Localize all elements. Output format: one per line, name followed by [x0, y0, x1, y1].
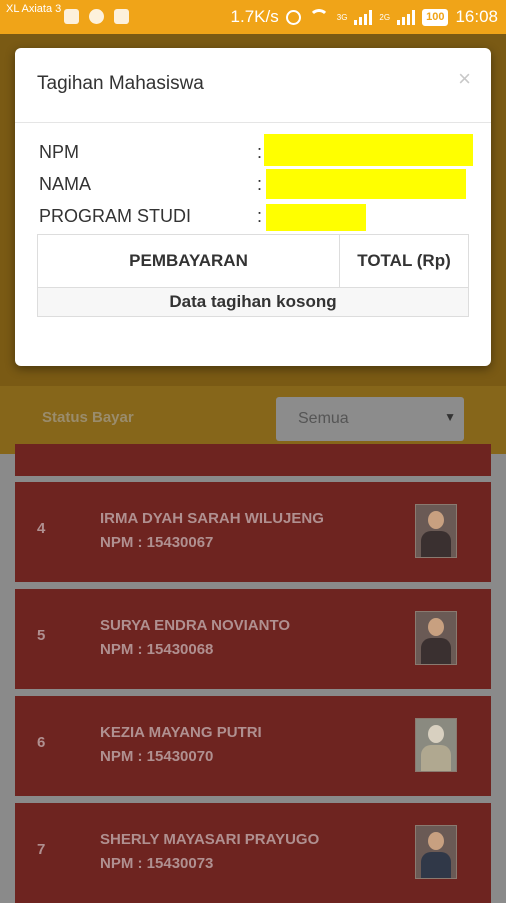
student-card[interactable]: 7 SHERLY MAYASARI PRAYUGO NPM : 15430073: [15, 803, 491, 903]
student-photo: [415, 825, 457, 879]
student-number: 4: [37, 520, 46, 537]
student-number: 5: [37, 627, 46, 644]
prodi-label: PROGRAM STUDI: [39, 206, 192, 226]
prodi-value-redacted: [266, 204, 366, 231]
tagihan-table: PEMBAYARAN TOTAL (Rp) Data tagihan koson…: [37, 234, 469, 317]
student-photo: [415, 504, 457, 558]
status-bar: XL Axiata 3 1.7K/s 3G 2G 100 16:08: [0, 0, 506, 34]
student-name: SURYA ENDRA NOVIANTO: [100, 617, 291, 634]
empty-table-message: Data tagihan kosong: [37, 287, 469, 317]
student-number: 7: [37, 841, 46, 858]
close-icon[interactable]: ×: [458, 66, 471, 92]
app-notification-icon: [89, 9, 104, 24]
status-bayar-select[interactable]: Semua ▼: [276, 397, 464, 441]
gallery-icon: [114, 9, 129, 24]
col-pembayaran: PEMBAYARAN: [37, 234, 340, 288]
student-card-partial[interactable]: [15, 444, 491, 476]
signal-icon-a: [354, 9, 373, 25]
modal-divider: [15, 122, 491, 123]
notification-icons: [64, 9, 129, 24]
tagihan-modal: Tagihan Mahasiswa × NPM : NAMA : PROGRAM…: [15, 48, 491, 366]
dropdown-caret-icon: ▼: [444, 410, 456, 424]
network-type-b: 2G: [379, 12, 391, 22]
nama-colon: :: [257, 174, 263, 194]
wifi-icon: [308, 9, 330, 25]
status-bayar-value: Semua: [298, 410, 349, 427]
battery-icon: 100: [422, 8, 449, 26]
col-total: TOTAL (Rp): [339, 234, 469, 288]
student-number: 6: [37, 734, 46, 751]
status-bayar-label: Status Bayar: [42, 409, 134, 426]
network-speed: 1.7K/s: [230, 7, 279, 26]
npm-colon: :: [257, 142, 263, 162]
nama-value-redacted: [266, 169, 466, 199]
student-name: KEZIA MAYANG PUTRI: [100, 724, 262, 741]
status-right: 1.7K/s 3G 2G 100 16:08: [231, 7, 498, 27]
alarm-icon: [285, 9, 301, 25]
student-photo: [415, 718, 457, 772]
npm-value-redacted: [264, 134, 473, 166]
modal-title: Tagihan Mahasiswa: [37, 73, 204, 94]
android-icon: [64, 9, 79, 24]
prodi-colon: :: [257, 206, 263, 226]
carrier-name: XL Axiata 3: [6, 3, 62, 15]
signal-icon-b: [397, 9, 416, 25]
student-name: IRMA DYAH SARAH WILUJENG: [100, 510, 324, 527]
clock: 16:08: [455, 7, 498, 26]
student-npm: NPM : 15430073: [100, 855, 214, 872]
student-photo: [415, 611, 457, 665]
student-npm: NPM : 15430068: [100, 641, 214, 658]
network-type-a: 3G: [336, 12, 348, 22]
student-list: 4 IRMA DYAH SARAH WILUJENG NPM : 1543006…: [0, 444, 506, 903]
student-npm: NPM : 15430067: [100, 534, 214, 551]
student-card[interactable]: 6 KEZIA MAYANG PUTRI NPM : 15430070: [15, 696, 491, 796]
student-name: SHERLY MAYASARI PRAYUGO: [100, 831, 320, 848]
nama-label: NAMA: [39, 174, 92, 194]
student-card[interactable]: 4 IRMA DYAH SARAH WILUJENG NPM : 1543006…: [15, 482, 491, 582]
student-card[interactable]: 5 SURYA ENDRA NOVIANTO NPM : 15430068: [15, 589, 491, 689]
student-npm: NPM : 15430070: [100, 748, 214, 765]
npm-label: NPM: [39, 142, 79, 162]
